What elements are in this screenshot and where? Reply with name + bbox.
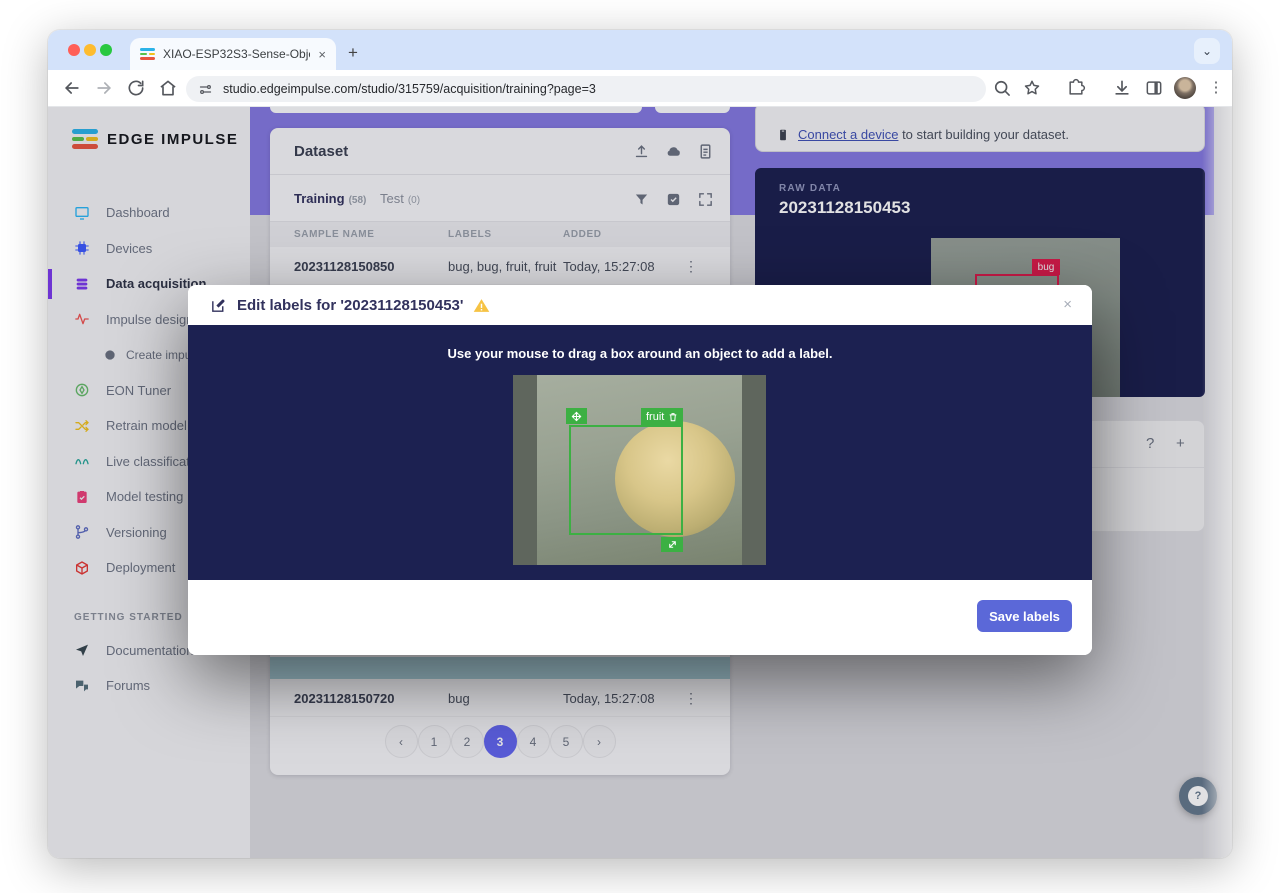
reload-icon[interactable]	[126, 78, 146, 98]
labeling-image[interactable]: fruit	[513, 375, 766, 565]
new-tab-button[interactable]: +	[348, 44, 358, 61]
browser-window: XIAO-ESP32S3-Sense-Objec × + ⌄ studio.ed…	[48, 30, 1232, 858]
modal-body: Use your mouse to drag a box around an o…	[188, 325, 1092, 580]
site-settings-icon[interactable]	[198, 82, 213, 97]
browser-titlebar: XIAO-ESP32S3-Sense-Objec × + ⌄	[48, 30, 1232, 70]
warning-icon	[473, 297, 490, 314]
profile-avatar[interactable]	[1174, 77, 1196, 99]
modal-title: Edit labels for '20231128150453'	[237, 296, 464, 314]
url-text[interactable]: studio.edgeimpulse.com/studio/315759/acq…	[223, 82, 596, 96]
edit-labels-modal: Edit labels for '20231128150453' × Use y…	[188, 285, 1092, 655]
extensions-icon[interactable]	[1066, 78, 1086, 98]
save-labels-button[interactable]: Save labels	[977, 600, 1072, 632]
minimize-window-button[interactable]	[84, 44, 96, 56]
back-icon[interactable]	[62, 78, 82, 98]
modal-header: Edit labels for '20231128150453' ×	[188, 285, 1092, 325]
browser-toolbar: studio.edgeimpulse.com/studio/315759/acq…	[48, 70, 1232, 107]
fruit-label-badge[interactable]: fruit	[641, 408, 684, 425]
download-icon[interactable]	[1112, 78, 1132, 98]
address-bar[interactable]: studio.edgeimpulse.com/studio/315759/acq…	[186, 76, 986, 102]
tab-title: XIAO-ESP32S3-Sense-Objec	[163, 47, 311, 61]
home-icon[interactable]	[158, 78, 178, 98]
modal-footer: Save labels	[188, 580, 1092, 655]
tab-search-chevron-icon[interactable]: ⌄	[1194, 38, 1220, 64]
modal-instruction: Use your mouse to drag a box around an o…	[447, 346, 833, 361]
resize-handle-icon[interactable]	[661, 537, 683, 552]
tab-close-icon[interactable]: ×	[318, 47, 326, 62]
search-icon[interactable]	[992, 78, 1012, 98]
edit-pencil-icon	[210, 297, 227, 314]
screenshot-canvas: XIAO-ESP32S3-Sense-Objec × + ⌄ studio.ed…	[0, 0, 1280, 893]
bookmark-star-icon[interactable]	[1022, 78, 1042, 98]
side-panel-icon[interactable]	[1144, 78, 1164, 98]
trash-icon	[670, 412, 677, 421]
close-window-button[interactable]	[68, 44, 80, 56]
favicon-edge-impulse	[140, 48, 155, 60]
fruit-bounding-box[interactable]	[569, 425, 683, 535]
browser-menu-icon[interactable]: ⋮	[1206, 78, 1226, 98]
move-handle-icon[interactable]	[566, 408, 587, 424]
forward-icon[interactable]	[94, 78, 114, 98]
browser-tab[interactable]: XIAO-ESP32S3-Sense-Objec ×	[130, 38, 336, 70]
modal-close-icon[interactable]: ×	[1063, 297, 1072, 312]
maximize-window-button[interactable]	[100, 44, 112, 56]
